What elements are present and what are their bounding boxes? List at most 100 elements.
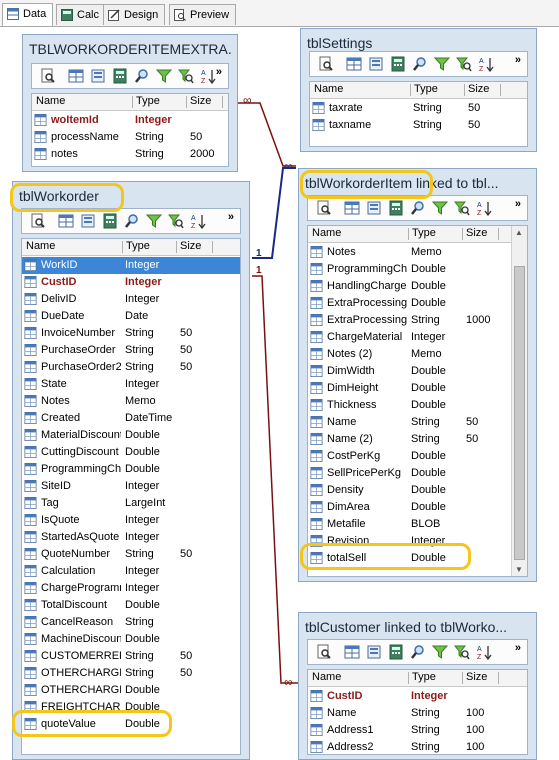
table-window-workorderitem[interactable]: tblWorkorderItem linked to tbl... A Z» Name… <box>298 168 537 582</box>
field-row[interactable]: notes String 2000 <box>32 146 228 163</box>
field-row[interactable]: DimWidth Double <box>308 363 511 380</box>
field-row[interactable]: Address2 String 100 <box>308 739 527 754</box>
field-row[interactable]: IsQuote Integer <box>22 512 240 529</box>
column-separator[interactable] <box>408 672 409 684</box>
field-row[interactable]: taxrate String 50 <box>310 100 527 117</box>
column-header-size[interactable]: Size <box>180 240 201 252</box>
column-header-size[interactable]: Size <box>468 83 489 95</box>
field-row[interactable]: QuoteNumber String 50 <box>22 546 240 563</box>
field-list[interactable]: Name Type Size woItemId Integer processName St… <box>31 93 229 167</box>
field-row[interactable]: Name (2) String 50 <box>308 431 511 448</box>
field-row[interactable]: Created DateTime <box>22 410 240 427</box>
fields-icon[interactable] <box>80 213 96 229</box>
field-list[interactable]: Name Type Size taxrate String 50 taxname String… <box>309 81 528 147</box>
column-header-type[interactable]: Type <box>126 240 150 252</box>
table-window-settings[interactable]: tblSettings A Z » Name Type Size taxrate String 5… <box>300 28 537 152</box>
field-row[interactable]: CuttingDiscount Double <box>22 444 240 461</box>
table-window-customer[interactable]: tblCustomer linked to tblWorko... A Z » Name… <box>298 612 537 760</box>
calc-icon[interactable] <box>102 213 118 229</box>
preview-icon[interactable] <box>316 200 332 216</box>
column-header-size[interactable]: Size <box>466 227 487 239</box>
field-row[interactable]: CustID Integer <box>308 688 527 705</box>
field-row[interactable]: DueDate Date <box>22 308 240 325</box>
field-row[interactable]: DimHeight Double <box>308 380 511 397</box>
column-header-name[interactable]: Name <box>314 83 343 95</box>
filter-search-icon[interactable] <box>456 56 472 72</box>
filter-search-icon[interactable] <box>454 200 470 216</box>
field-row[interactable]: CancelReason String <box>22 614 240 631</box>
column-separator[interactable] <box>410 84 411 96</box>
preview-icon[interactable] <box>318 56 334 72</box>
column-header-type[interactable]: Type <box>136 95 160 107</box>
field-row[interactable]: MaterialDiscount Double <box>22 427 240 444</box>
toolbar-overflow-button[interactable]: » <box>216 66 222 78</box>
field-row[interactable]: ExtraProcessing Double <box>308 295 511 312</box>
column-separator[interactable] <box>122 241 123 253</box>
table-grid-icon[interactable] <box>58 213 74 229</box>
column-header-size[interactable]: Size <box>190 95 211 107</box>
column-separator[interactable] <box>462 672 463 684</box>
toolbar-overflow-button[interactable]: » <box>515 642 521 654</box>
field-row[interactable]: Notes (2) Memo <box>308 346 511 363</box>
field-list[interactable]: Name Type Size WorkID Integer CustID Integer De… <box>21 238 241 755</box>
search-icon[interactable] <box>410 644 426 660</box>
field-row[interactable]: Density Double <box>308 482 511 499</box>
search-icon[interactable] <box>412 56 428 72</box>
sort-az-icon[interactable]: AZ <box>478 56 494 72</box>
column-separator[interactable] <box>464 84 465 96</box>
preview-icon[interactable] <box>316 644 332 660</box>
column-header-size[interactable]: Size <box>466 671 487 683</box>
field-row[interactable]: DimArea Double <box>308 499 511 516</box>
search-icon[interactable] <box>410 200 426 216</box>
table-grid-icon[interactable] <box>344 644 360 660</box>
field-row[interactable]: ExtraProcessing String 1000 <box>308 312 511 329</box>
scroll-up-icon[interactable]: ▲ <box>515 228 523 237</box>
vertical-scrollbar[interactable]: ▲ ▼ <box>511 226 527 576</box>
field-row[interactable]: OTHERCHARGES String 50 <box>22 665 240 682</box>
fields-icon[interactable] <box>366 644 382 660</box>
sort-az-icon[interactable]: AZ <box>190 213 206 229</box>
field-row[interactable]: SellPricePerKg Double <box>308 465 511 482</box>
column-separator[interactable] <box>212 241 213 253</box>
column-separator[interactable] <box>498 228 499 240</box>
calc-icon[interactable] <box>112 68 128 84</box>
field-row[interactable]: OTHERCHARGES Double <box>22 682 240 699</box>
field-row[interactable]: ChargeProgramm Integer <box>22 580 240 597</box>
filter-search-icon[interactable] <box>168 213 184 229</box>
field-row[interactable]: taxname String 50 <box>310 117 527 134</box>
column-separator[interactable] <box>498 672 499 684</box>
field-row[interactable]: PurchaseOrder2 String 50 <box>22 359 240 376</box>
search-icon[interactable] <box>134 68 150 84</box>
column-separator[interactable] <box>132 96 133 108</box>
field-row[interactable]: Name String 50 <box>308 414 511 431</box>
table-title[interactable]: tblCustomer linked to tblWorko... <box>305 619 530 635</box>
filter-icon[interactable] <box>156 68 172 84</box>
field-row[interactable]: CUSTOMERREF String 50 <box>22 648 240 665</box>
fields-icon[interactable] <box>90 68 106 84</box>
fields-icon[interactable] <box>368 56 384 72</box>
calc-icon[interactable] <box>388 200 404 216</box>
field-row[interactable]: Address1 String 100 <box>308 722 527 739</box>
toolbar-overflow-button[interactable]: » <box>515 54 521 66</box>
table-grid-icon[interactable] <box>344 200 360 216</box>
table-grid-icon[interactable] <box>68 68 84 84</box>
column-header-name[interactable]: Name <box>312 227 341 239</box>
filter-icon[interactable] <box>146 213 162 229</box>
sort-az-icon[interactable]: AZ <box>200 68 216 84</box>
column-header-name[interactable]: Name <box>312 671 341 683</box>
table-grid-icon[interactable] <box>346 56 362 72</box>
table-title[interactable]: tblSettings <box>307 35 530 51</box>
column-separator[interactable] <box>462 228 463 240</box>
column-header-type[interactable]: Type <box>412 227 436 239</box>
field-row[interactable]: TotalDiscount Double <box>22 597 240 614</box>
field-row[interactable]: DelivID Integer <box>22 291 240 308</box>
field-row[interactable]: Calculation Integer <box>22 563 240 580</box>
field-row[interactable]: PurchaseOrder String 50 <box>22 342 240 359</box>
column-header-name[interactable]: Name <box>26 240 55 252</box>
column-separator[interactable] <box>500 84 501 96</box>
field-row[interactable]: MachineDiscount Double <box>22 631 240 648</box>
field-row[interactable]: woItemId Integer <box>32 112 228 129</box>
table-title[interactable]: TBLWORKORDERITEMEXTRA... <box>29 41 231 57</box>
calc-icon[interactable] <box>390 56 406 72</box>
column-separator[interactable] <box>176 241 177 253</box>
